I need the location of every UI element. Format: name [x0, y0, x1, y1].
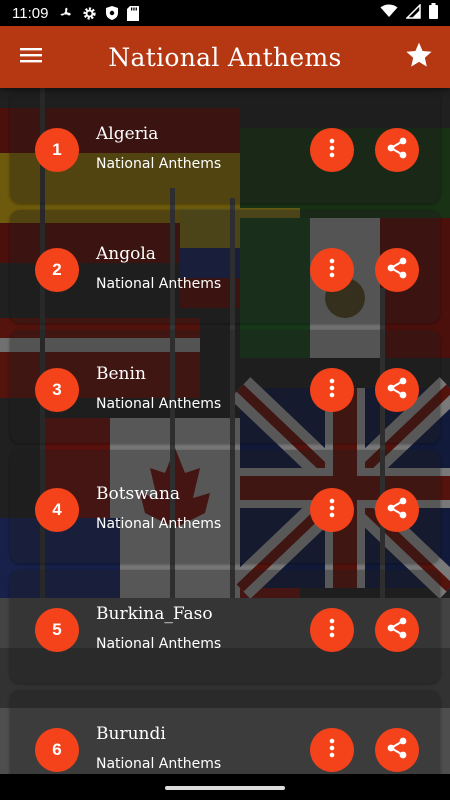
- signal-icon: [405, 2, 421, 23]
- favorites-button[interactable]: [388, 26, 450, 88]
- item-number-badge: 5: [35, 608, 79, 652]
- settings-icon: [82, 6, 97, 21]
- item-country-name: Algeria: [96, 124, 159, 144]
- system-navigation-bar: [0, 774, 450, 800]
- more-options-button[interactable]: [310, 368, 354, 412]
- list-item[interactable]: 6 Burundi National Anthems: [10, 690, 440, 774]
- share-icon: [386, 377, 408, 403]
- more-options-button[interactable]: [310, 128, 354, 172]
- home-gesture-handle[interactable]: [165, 786, 285, 790]
- item-number-badge: 3: [35, 368, 79, 412]
- share-icon: [386, 497, 408, 523]
- list-item[interactable]: 1 Algeria National Anthems: [10, 90, 440, 203]
- more-options-button[interactable]: [310, 488, 354, 532]
- share-icon: [386, 737, 408, 763]
- battery-icon: [429, 3, 438, 23]
- share-button[interactable]: [375, 368, 419, 412]
- hamburger-menu-icon: [20, 47, 42, 67]
- more-options-button[interactable]: [310, 248, 354, 292]
- item-country-name: Botswana: [96, 484, 181, 504]
- share-icon: [386, 257, 408, 283]
- more-vertical-icon: [329, 498, 335, 522]
- share-button[interactable]: [375, 128, 419, 172]
- more-vertical-icon: [329, 138, 335, 162]
- share-icon: [386, 617, 408, 643]
- share-button[interactable]: [375, 608, 419, 652]
- more-vertical-icon: [329, 618, 335, 642]
- list-item[interactable]: 5 Burkina_Faso National Anthems: [10, 570, 440, 683]
- item-number-badge: 6: [35, 728, 79, 772]
- list-item[interactable]: 4 Botswana National Anthems: [10, 450, 440, 563]
- anthem-list: 1 Algeria National Anthems 2 Angola Nati…: [0, 88, 450, 774]
- share-button[interactable]: [375, 488, 419, 532]
- item-subtitle: National Anthems: [96, 516, 222, 532]
- more-vertical-icon: [329, 738, 335, 762]
- item-subtitle: National Anthems: [96, 156, 222, 172]
- item-country-name: Angola: [96, 244, 156, 264]
- item-country-name: Burundi: [96, 724, 166, 744]
- item-number-badge: 2: [35, 248, 79, 292]
- share-button[interactable]: [375, 248, 419, 292]
- list-item[interactable]: 2 Angola National Anthems: [10, 210, 440, 323]
- share-icon: [386, 137, 408, 163]
- item-subtitle: National Anthems: [96, 636, 222, 652]
- sd-card-icon: [127, 5, 140, 21]
- menu-button[interactable]: [0, 26, 62, 88]
- list-item[interactable]: 3 Benin National Anthems: [10, 330, 440, 443]
- more-options-button[interactable]: [310, 608, 354, 652]
- item-country-name: Burkina_Faso: [96, 604, 213, 624]
- item-number-badge: 4: [35, 488, 79, 532]
- more-vertical-icon: [329, 258, 335, 282]
- item-subtitle: National Anthems: [96, 756, 222, 772]
- shield-icon: [105, 5, 119, 21]
- item-country-name: Benin: [96, 364, 146, 384]
- item-subtitle: National Anthems: [96, 396, 222, 412]
- app-bar: National Anthems: [0, 26, 450, 88]
- star-icon: [405, 42, 433, 73]
- status-time: 11:09: [12, 4, 49, 22]
- item-number-badge: 1: [35, 128, 79, 172]
- wifi-icon: [380, 4, 398, 22]
- fan-icon: [58, 5, 74, 21]
- more-vertical-icon: [329, 378, 335, 402]
- item-subtitle: National Anthems: [96, 276, 222, 292]
- share-button[interactable]: [375, 728, 419, 772]
- page-title: National Anthems: [108, 42, 342, 72]
- more-options-button[interactable]: [310, 728, 354, 772]
- status-bar: 11:09: [0, 0, 450, 26]
